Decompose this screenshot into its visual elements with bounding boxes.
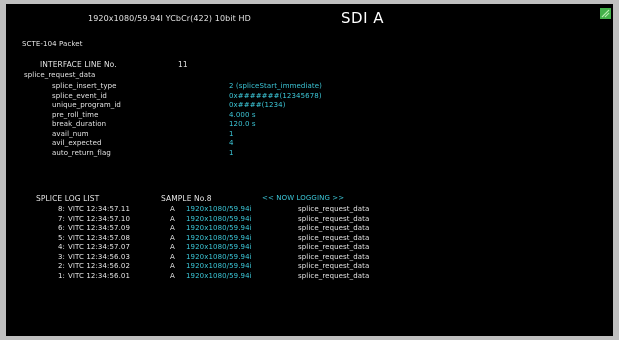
- log-type: splice_request_data: [298, 205, 370, 213]
- table-row: 2: VITC 12:34:56.02 A 1920x1080/59.94i s…: [6, 262, 613, 272]
- table-row: 1: VITC 12:34:56.01 A 1920x1080/59.94i s…: [6, 272, 613, 282]
- packet-title: SCTE-104 Packet: [22, 40, 83, 48]
- field-label: avil_expected: [52, 139, 102, 147]
- log-index: 8:: [58, 205, 66, 213]
- log-format: 1920x1080/59.94i: [186, 224, 252, 232]
- table-row: 3: VITC 12:34:56.03 A 1920x1080/59.94i s…: [6, 253, 613, 263]
- field-value: 0x####(1234): [229, 101, 286, 109]
- field-label: auto_return_flag: [52, 148, 111, 157]
- log-channel: A: [170, 243, 175, 251]
- log-format: 1920x1080/59.94i: [186, 271, 252, 280]
- interface-line-value: 11: [178, 60, 188, 69]
- field-value: 1: [229, 148, 234, 157]
- field-labels: splice_insert_type splice_event_id uniqu…: [52, 82, 121, 158]
- log-type: splice_request_data: [298, 262, 370, 270]
- field-value: 2 (spliceStart_immediate): [229, 82, 322, 90]
- input-label: SDI A: [341, 9, 385, 27]
- field-value: 4: [229, 139, 234, 147]
- log-index: 1:: [58, 271, 66, 280]
- log-index: 6:: [58, 224, 66, 232]
- log-index: 2:: [58, 262, 66, 270]
- log-time: VITC 12:34:57.07: [68, 243, 131, 251]
- log-time: VITC 12:34:57.09: [68, 224, 131, 232]
- log-title: SPLICE LOG LIST: [36, 194, 100, 203]
- log-type: splice_request_data: [298, 233, 370, 242]
- log-time: VITC 12:34:57.10: [68, 214, 131, 223]
- log-list: 8: VITC 12:34:57.11 A 1920x1080/59.94i s…: [6, 205, 613, 281]
- status-led-icon: [600, 8, 611, 19]
- signal-format: 1920x1080/59.94I YCbCr(422) 10bit HD: [88, 14, 251, 23]
- log-time: VITC 12:34:56.01: [68, 271, 131, 280]
- log-format: 1920x1080/59.94i: [186, 252, 252, 261]
- log-channel: A: [170, 271, 175, 280]
- field-label: splice_event_id: [52, 91, 107, 100]
- table-row: 6: VITC 12:34:57.09 A 1920x1080/59.94i s…: [6, 224, 613, 234]
- log-channel: A: [170, 262, 175, 270]
- log-format: 1920x1080/59.94i: [186, 205, 252, 213]
- log-type: splice_request_data: [298, 243, 370, 251]
- field-label: avail_num: [52, 129, 89, 138]
- table-row: 4: VITC 12:34:57.07 A 1920x1080/59.94i s…: [6, 243, 613, 253]
- sample-label: SAMPLE No.8: [161, 194, 212, 203]
- log-channel: A: [170, 214, 175, 223]
- interface-line-label: INTERFACE LINE No.: [40, 60, 117, 69]
- log-index: 4:: [58, 243, 66, 251]
- field-values: 2 (spliceStart_immediate) 0x#######(1234…: [229, 82, 322, 158]
- log-channel: A: [170, 205, 175, 213]
- log-time: VITC 12:34:56.03: [68, 252, 131, 261]
- log-channel: A: [170, 252, 175, 261]
- log-channel: A: [170, 233, 175, 242]
- log-time: VITC 12:34:57.08: [68, 233, 131, 242]
- field-value: 120.0 s: [229, 120, 256, 128]
- log-format: 1920x1080/59.94i: [186, 262, 252, 270]
- log-index: 5:: [58, 233, 66, 242]
- log-time: VITC 12:34:56.02: [68, 262, 131, 270]
- field-label: splice_insert_type: [52, 82, 117, 90]
- log-format: 1920x1080/59.94i: [186, 243, 252, 251]
- monitor-screen: 1920x1080/59.94I YCbCr(422) 10bit HD SDI…: [6, 4, 613, 336]
- field-value: 4.000 s: [229, 110, 256, 119]
- log-channel: A: [170, 224, 175, 232]
- table-row: 7: VITC 12:34:57.10 A 1920x1080/59.94i s…: [6, 215, 613, 225]
- field-value: 1: [229, 129, 234, 138]
- log-index: 3:: [58, 252, 66, 261]
- field-label: pre_roll_time: [52, 110, 99, 119]
- logging-status: << NOW LOGGING >>: [262, 194, 345, 202]
- log-format: 1920x1080/59.94i: [186, 214, 252, 223]
- field-label: unique_program_id: [52, 101, 121, 109]
- log-type: splice_request_data: [298, 271, 370, 280]
- table-row: 8: VITC 12:34:57.11 A 1920x1080/59.94i s…: [6, 205, 613, 215]
- request-title: splice_request_data: [24, 71, 96, 79]
- log-time: VITC 12:34:57.11: [68, 205, 131, 213]
- field-value: 0x#######(12345678): [229, 91, 322, 100]
- log-type: splice_request_data: [298, 224, 370, 232]
- field-label: break_duration: [52, 120, 107, 128]
- log-type: splice_request_data: [298, 214, 370, 223]
- log-index: 7:: [58, 214, 66, 223]
- log-type: splice_request_data: [298, 252, 370, 261]
- log-format: 1920x1080/59.94i: [186, 233, 252, 242]
- table-row: 5: VITC 12:34:57.08 A 1920x1080/59.94i s…: [6, 234, 613, 244]
